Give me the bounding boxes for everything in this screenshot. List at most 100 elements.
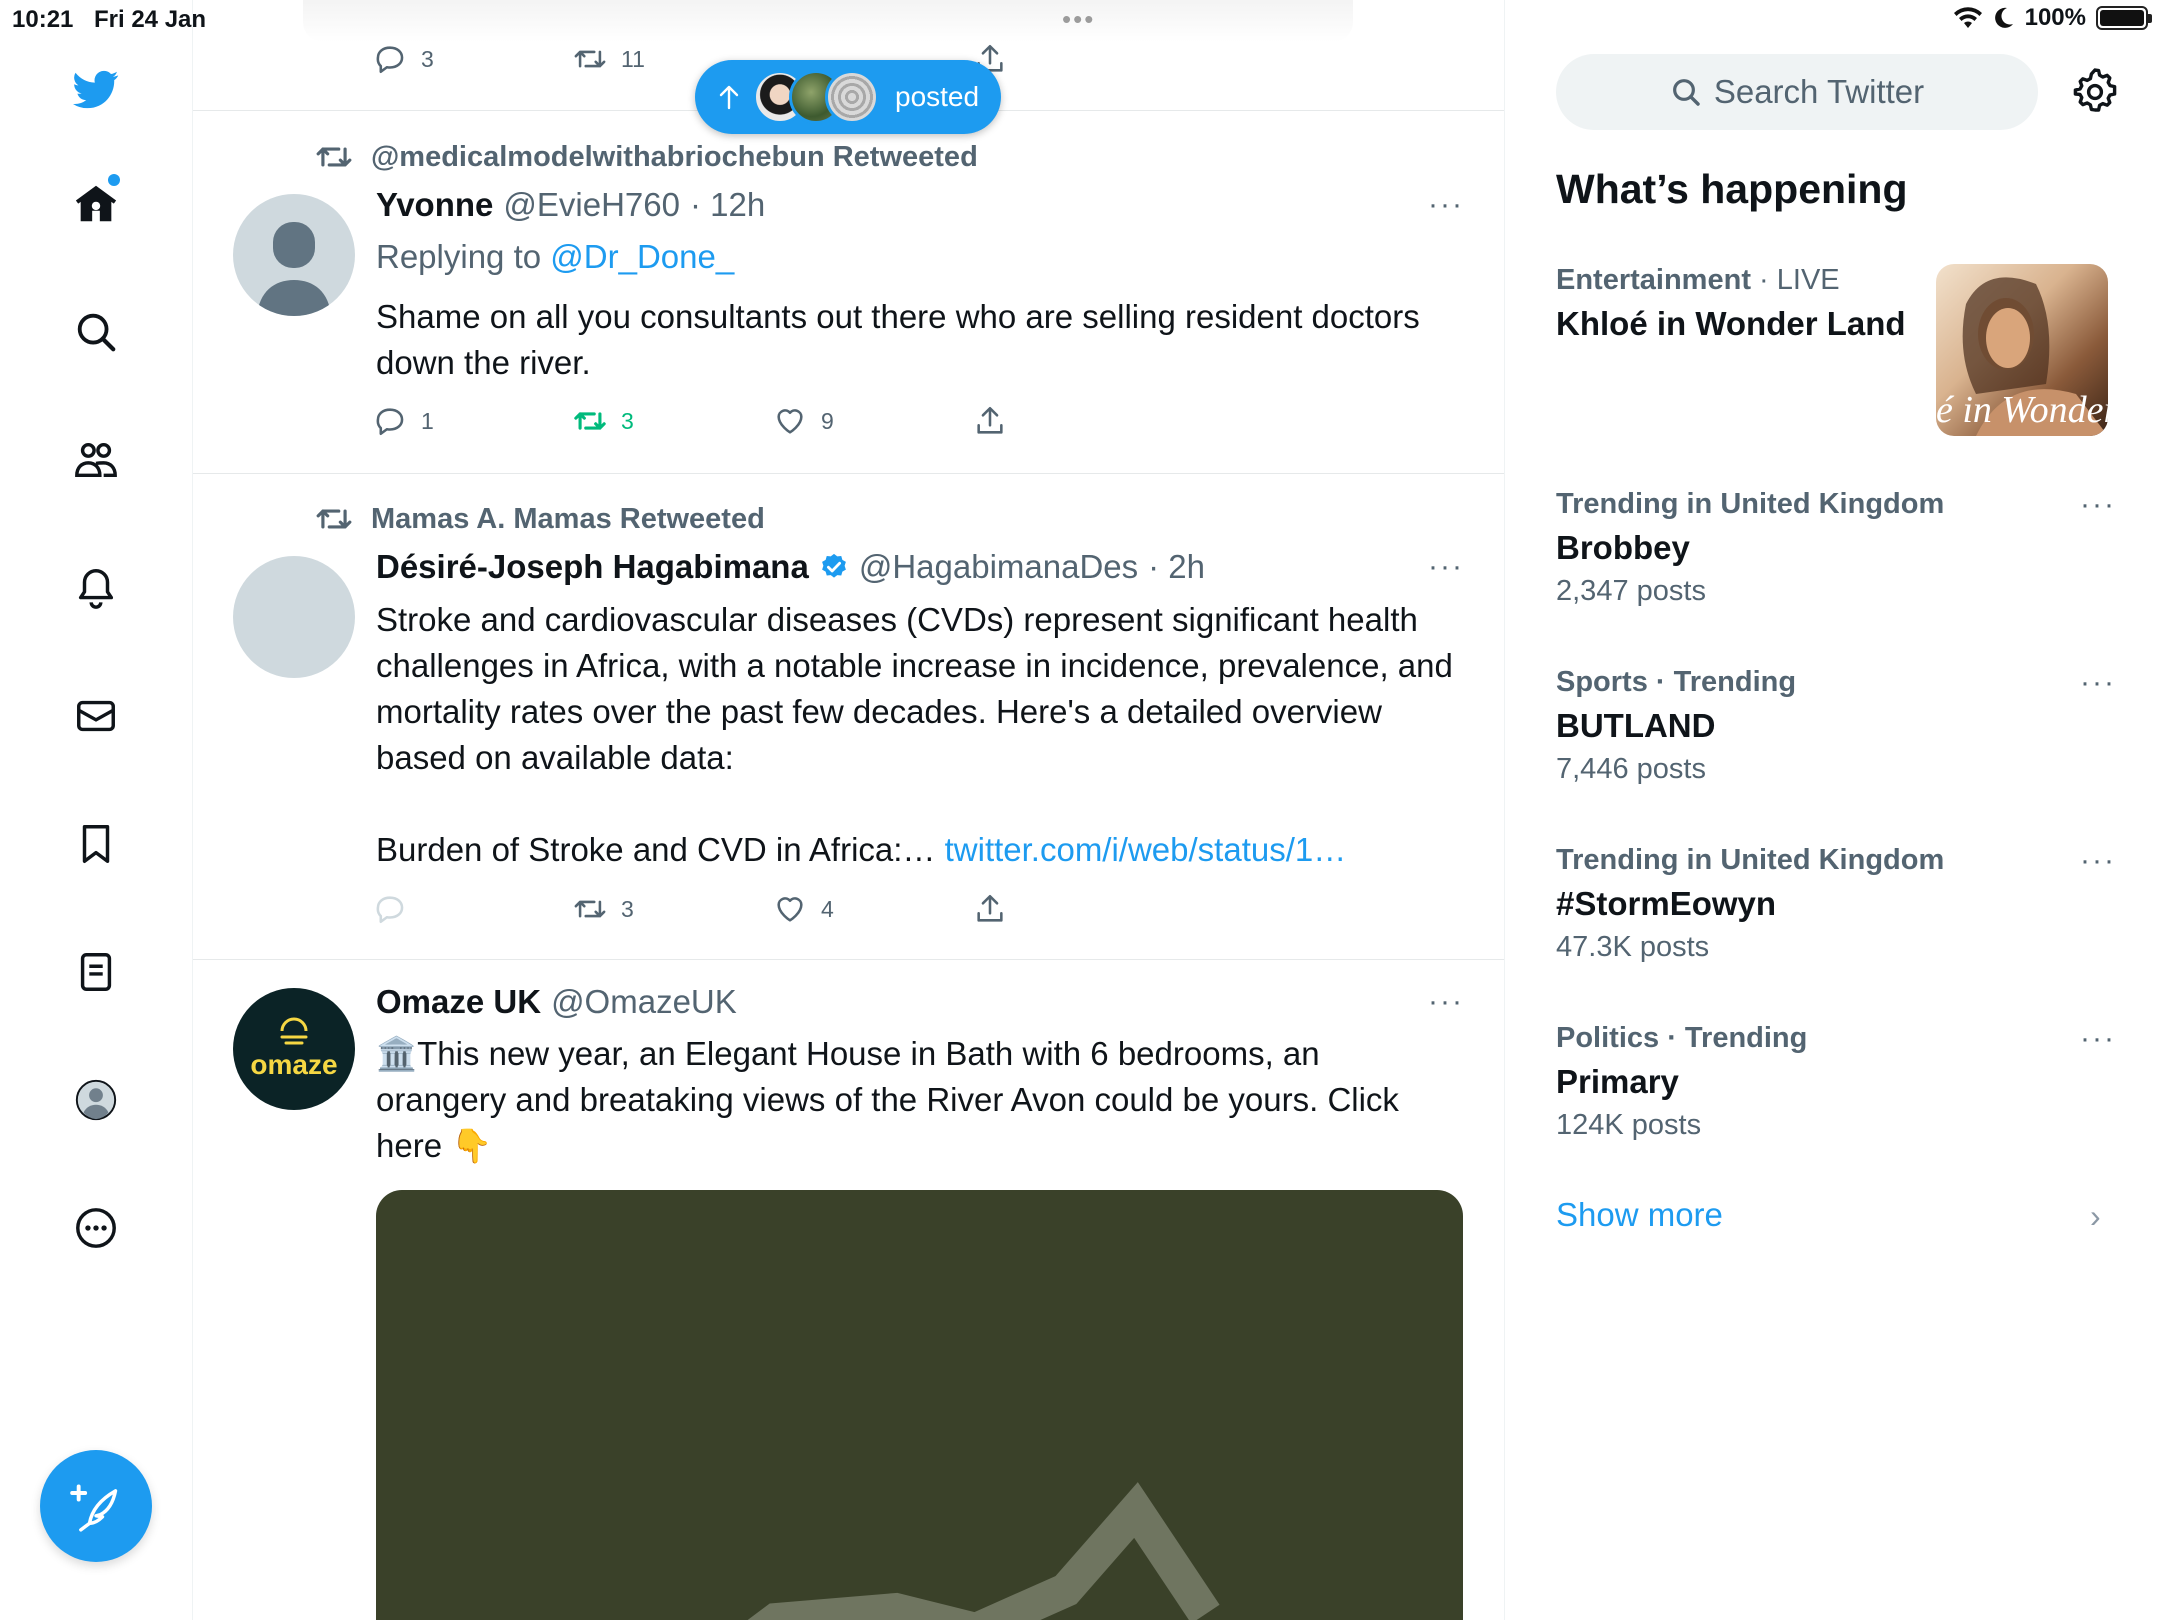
more-options-icon[interactable]: ···	[2080, 1022, 2116, 1056]
avatar[interactable]	[233, 194, 355, 316]
reply-icon	[376, 46, 404, 74]
tweet-text-line: Burden of Stroke and CVD in Africa:…	[376, 831, 936, 868]
trend-image[interactable]: é in Wonder L	[1936, 264, 2108, 436]
tweet-media[interactable]	[376, 1190, 1463, 1620]
reply-action[interactable]: 1	[373, 404, 434, 438]
trend-count: 7,446 posts	[1556, 753, 1706, 785]
heart-icon	[777, 409, 803, 434]
show-more-link[interactable]: Show more	[1556, 1196, 1723, 1234]
communities-icon[interactable]	[62, 426, 130, 494]
share-action[interactable]	[973, 404, 1007, 438]
twitter-logo-icon[interactable]	[62, 55, 130, 123]
author-name[interactable]: Yvonne	[376, 186, 493, 224]
pill-avatars	[753, 70, 879, 124]
author-name[interactable]: Omaze UK	[376, 983, 541, 1021]
more-circle-icon[interactable]	[62, 1194, 130, 1262]
retweeted-by: Mamas A. Mamas Retweeted	[315, 500, 765, 538]
omaze-logo-icon	[280, 1017, 308, 1045]
trend-category: Entertainment	[1556, 264, 1751, 296]
lists-icon[interactable]	[62, 938, 130, 1006]
divider	[193, 959, 1504, 960]
tweet-text-continuation: Burden of Stroke and CVD in Africa:… twi…	[376, 827, 1456, 873]
tweet-header: Omaze UK @OmazeUK	[376, 983, 737, 1021]
trend-meta: Trending in United Kingdom	[1556, 488, 2116, 521]
search-icon	[1672, 79, 1700, 106]
like-action[interactable]: 4	[773, 892, 834, 926]
home-icon[interactable]	[62, 170, 130, 238]
retweet-icon	[316, 509, 352, 529]
retweeted-by-label: @medicalmodelwithabriochebun Retweeted	[371, 140, 978, 173]
new-posts-pill[interactable]: posted	[695, 60, 1001, 134]
retweet-action[interactable]: 3	[573, 404, 634, 438]
compose-tweet-button[interactable]	[40, 1450, 152, 1562]
trend-live: · LIVE	[1750, 264, 1840, 296]
tweet-header: Désiré-Joseph Hagabimana @HagabimanaDes …	[376, 548, 1205, 586]
share-action[interactable]	[973, 892, 1007, 926]
more-options-icon[interactable]: ···	[2080, 844, 2116, 878]
tweet-time: · 12h	[689, 186, 766, 223]
retweet-icon	[574, 900, 606, 918]
more-options-icon[interactable]: ···	[1428, 985, 1464, 1019]
trend-name: Primary	[1556, 1063, 1679, 1100]
chevron-right-icon[interactable]: ›	[2090, 1198, 2101, 1235]
author-handle[interactable]: @EvieH760	[503, 186, 680, 224]
search-icon[interactable]	[62, 298, 130, 366]
right-sidebar: Search Twitter What’s happening Entertai…	[1506, 0, 2160, 1620]
trend-meta: Politics · Trending	[1556, 1022, 2116, 1055]
bookmark-icon[interactable]	[62, 810, 130, 878]
retweet-action[interactable]: 3	[573, 892, 634, 926]
trend-item[interactable]: Politics · Trending Primary 124K posts ·…	[1556, 1022, 2116, 1142]
trend-item[interactable]: Sports · Trending BUTLAND 7,446 posts ··…	[1556, 666, 2116, 786]
reply-action-disabled	[373, 892, 407, 926]
pill-label: posted	[895, 81, 980, 112]
tweet-text: Shame on all you consultants out there w…	[376, 298, 1420, 381]
trend-category: Sports · Trending	[1556, 666, 1797, 698]
reply-count: 3	[421, 45, 434, 72]
replying-prefix: Replying to	[376, 238, 542, 275]
tweet-link[interactable]: twitter.com/i/web/status/1…	[945, 831, 1347, 868]
like-action[interactable]: 9	[773, 404, 834, 438]
trend-count: 47.3K posts	[1556, 931, 1710, 963]
omaze-avatar-text: omaze	[250, 1049, 338, 1080]
tweet-header: Yvonne @EvieH760 · 12h	[376, 186, 765, 224]
trend-category: Trending in United Kingdom	[1556, 488, 1945, 520]
like-count: 4	[821, 895, 834, 922]
bell-icon[interactable]	[62, 554, 130, 622]
trend-meta: Trending in United Kingdom	[1556, 844, 2116, 877]
more-options-icon[interactable]: ···	[2080, 488, 2116, 522]
search-input[interactable]: Search Twitter	[1556, 54, 2038, 130]
avatar[interactable]: omaze	[233, 988, 355, 1110]
timeline[interactable]: 3 11 posted @medicalmodelwithabriochebun…	[193, 0, 1505, 1620]
author-handle[interactable]: @OmazeUK	[551, 983, 737, 1021]
home-notification-dot	[108, 174, 120, 186]
avatar[interactable]	[233, 556, 355, 678]
like-count: 9	[821, 407, 834, 434]
trend-name: #StormEowyn	[1556, 885, 1777, 922]
tweet-text: Stroke and cardiovascular diseases (CVDs…	[376, 601, 1453, 776]
trend-item[interactable]: Trending in United Kingdom Brobbey 2,347…	[1556, 488, 2116, 608]
trend-name: Brobbey	[1556, 529, 1690, 566]
retweet-count: 11	[621, 45, 645, 72]
retweet-action[interactable]: 11	[573, 42, 645, 76]
more-options-icon[interactable]: ···	[1428, 550, 1464, 584]
compose-feather-icon	[70, 1484, 118, 1532]
trend-count: 2,347 posts	[1556, 575, 1706, 607]
gear-icon[interactable]	[2071, 66, 2119, 114]
media-graphic	[747, 1482, 1220, 1620]
more-options-icon[interactable]: ···	[1428, 188, 1464, 222]
retweet-icon	[574, 412, 606, 430]
author-handle[interactable]: @HagabimanaDes	[859, 548, 1138, 586]
more-options-icon[interactable]: ···	[2080, 666, 2116, 700]
retweeted-by: @medicalmodelwithabriochebun Retweeted	[315, 138, 978, 176]
profile-avatar-icon[interactable]	[62, 1066, 130, 1134]
reply-icon	[376, 896, 404, 924]
author-name[interactable]: Désiré-Joseph Hagabimana	[376, 548, 809, 586]
reply-action[interactable]: 3	[373, 42, 434, 76]
mail-icon[interactable]	[62, 682, 130, 750]
left-navigation	[0, 0, 193, 1620]
trend-item[interactable]: Trending in United Kingdom #StormEowyn 4…	[1556, 844, 2116, 964]
search-placeholder: Search Twitter	[1713, 73, 1925, 110]
divider	[193, 473, 1504, 474]
share-icon	[977, 406, 1003, 434]
replying-to-link[interactable]: @Dr_Done_	[550, 238, 734, 275]
